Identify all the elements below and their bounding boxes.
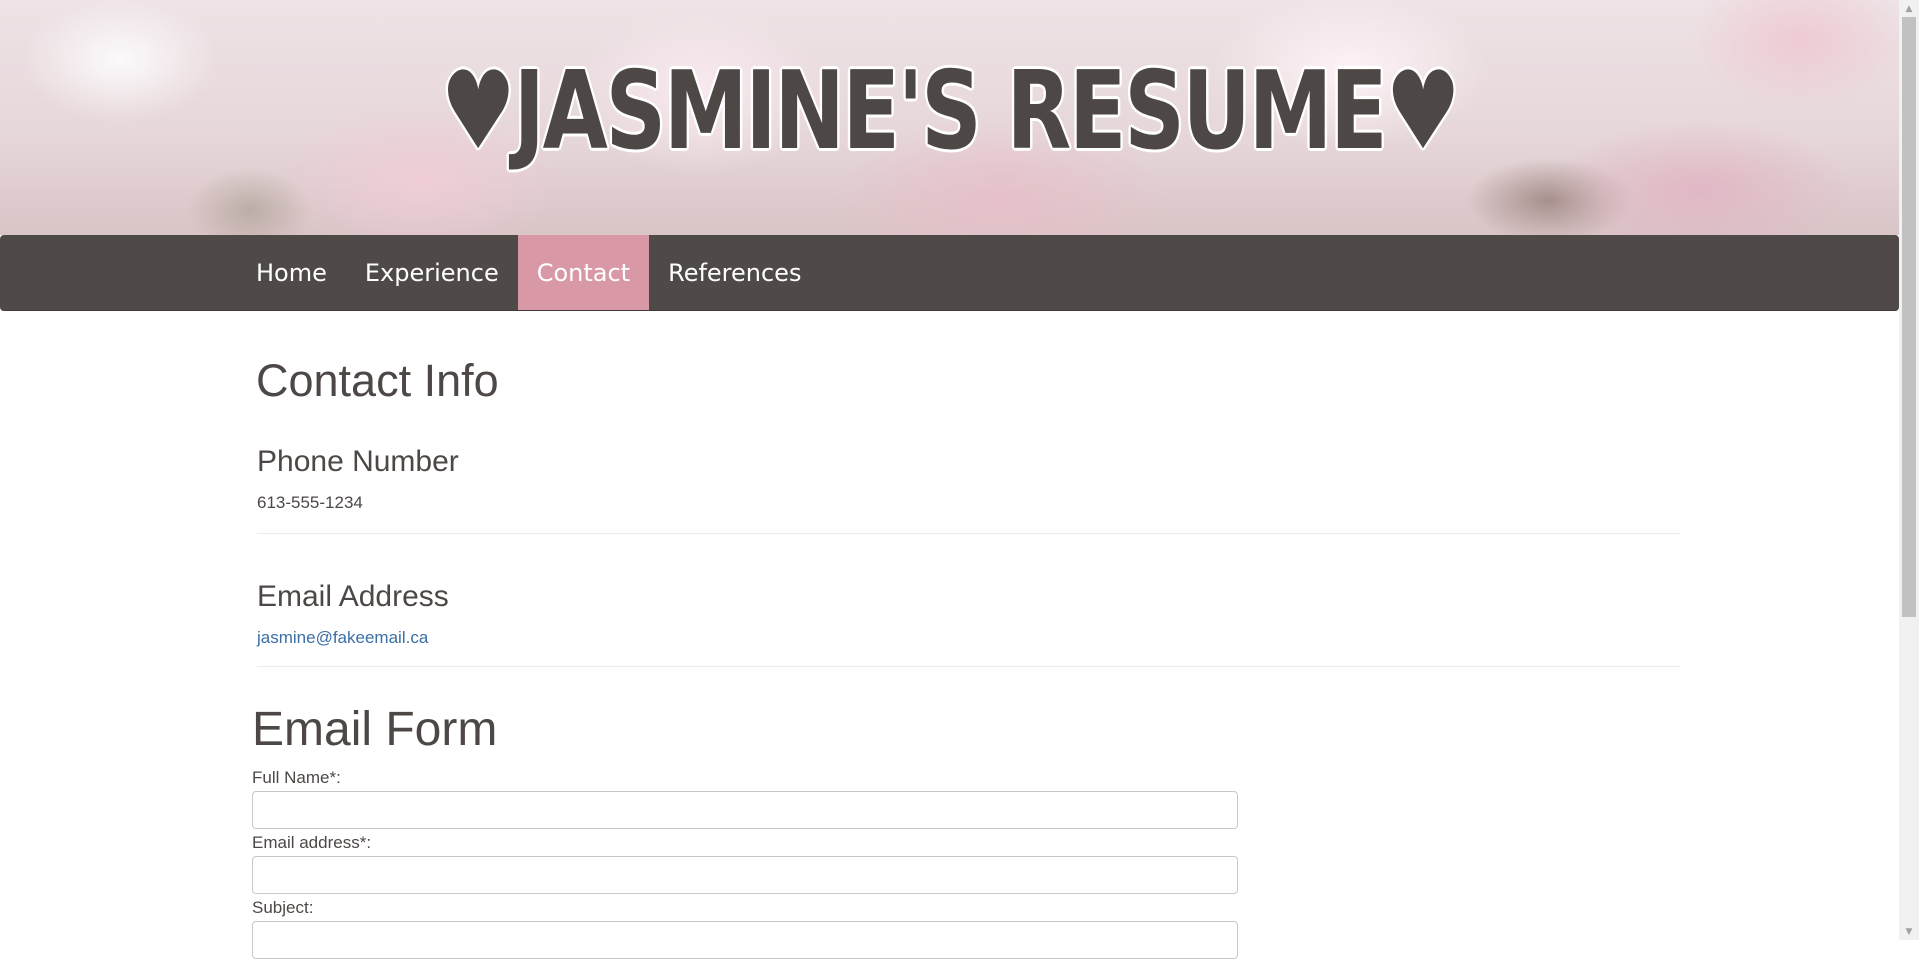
phone-heading: Phone Number (257, 445, 459, 478)
email-form-heading: Email Form (252, 703, 498, 756)
full-name-label: Full Name*: (252, 768, 341, 787)
email-input[interactable] (252, 856, 1238, 894)
site-title: ♥Jasmine's Resume♥ (440, 49, 1461, 174)
email-link[interactable]: jasmine@fakeemail.ca (257, 628, 428, 647)
email-label: Email address*: (252, 833, 372, 852)
vertical-scrollbar[interactable]: ▲ ▼ (1899, 0, 1919, 940)
nav-item-experience[interactable]: Experience (346, 235, 518, 310)
subject-input[interactable] (252, 921, 1238, 959)
nav-item-home[interactable]: Home (237, 235, 346, 310)
phone-section: Phone Number 613-555-1234 (257, 445, 1680, 534)
scrollbar-thumb[interactable] (1902, 17, 1916, 617)
scroll-up-arrow-icon[interactable]: ▲ (1899, 0, 1919, 17)
main-navbar: Home Experience Contact References (0, 235, 1899, 311)
nav-item-contact[interactable]: Contact (517, 235, 650, 310)
header-banner: ♥Jasmine's Resume♥ (0, 0, 1899, 235)
nav-list: Home Experience Contact References (237, 235, 820, 310)
email-section: Email Address jasmine@fakeemail.ca (257, 580, 1680, 667)
full-name-input[interactable] (252, 791, 1238, 829)
subject-label: Subject: (252, 898, 314, 917)
scroll-down-arrow-icon[interactable]: ▼ (1899, 923, 1919, 940)
email-value-wrap: jasmine@fakeemail.ca (257, 628, 1680, 648)
phone-value: 613-555-1234 (257, 493, 363, 512)
page-title: Contact Info (256, 355, 499, 406)
email-heading: Email Address (257, 580, 449, 613)
nav-item-references[interactable]: References (649, 235, 820, 310)
